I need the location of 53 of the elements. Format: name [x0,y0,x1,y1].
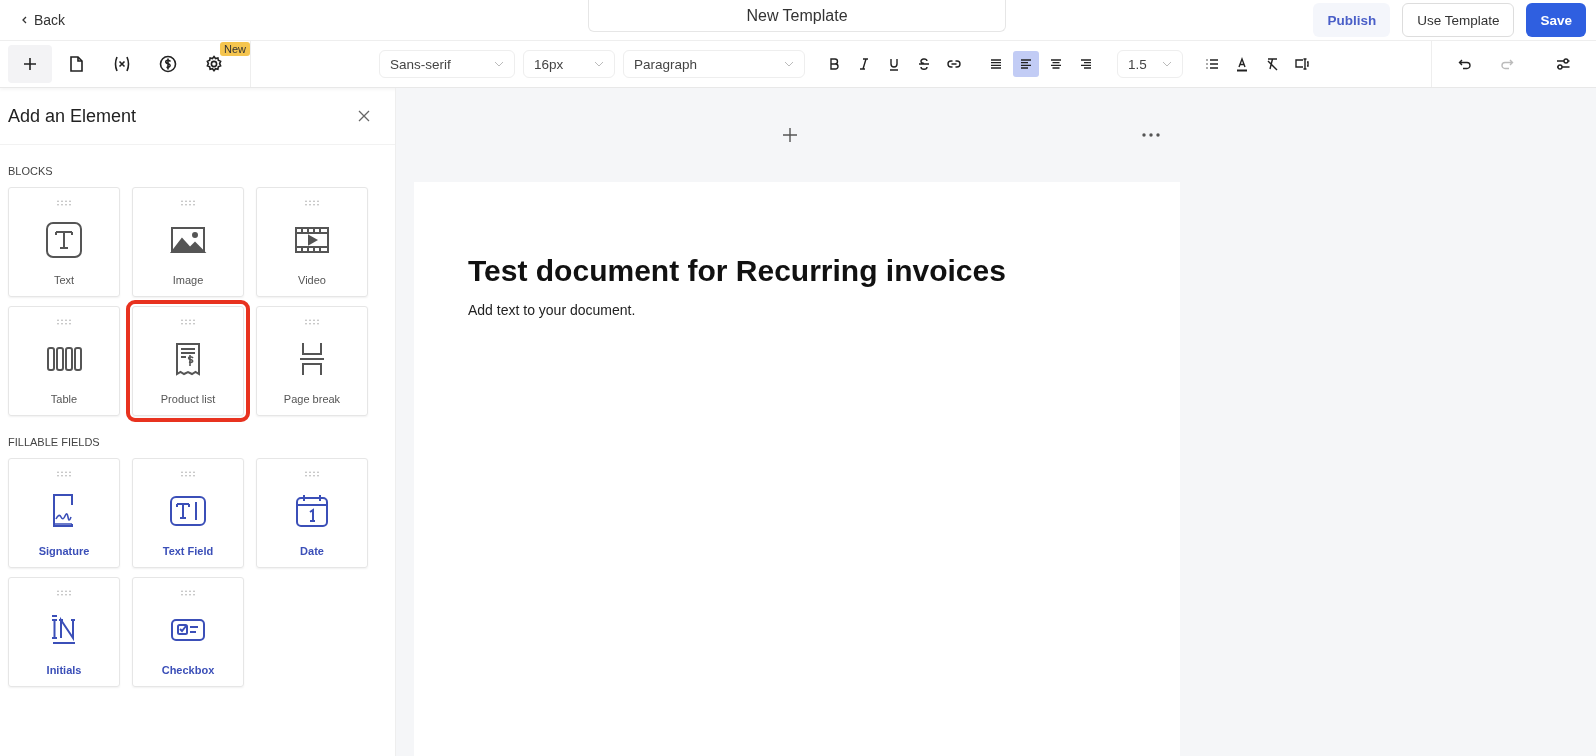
line-height-dropdown[interactable]: 1.5 [1117,50,1183,78]
variable-icon [112,54,132,74]
align-left-icon [1018,56,1034,72]
text-icon [44,220,84,260]
section-heading: BLOCKS [8,165,54,177]
align-justify-icon [988,56,1004,72]
drag-handle-icon [304,200,320,206]
element-tile[interactable]: Image [132,187,244,297]
chevron-down-icon [494,61,504,67]
drag-handle-icon [56,319,72,325]
element-tile[interactable]: Signature [8,458,120,568]
drag-handle-icon [304,471,320,477]
element-tile[interactable]: Video [256,187,368,297]
publish-button[interactable]: Publish [1313,3,1391,37]
align-right-icon [1078,56,1094,72]
drag-handle-icon [56,471,72,477]
align-center-icon [1048,56,1064,72]
element-tile[interactable]: Text Field [132,458,244,568]
plus-tool-button[interactable] [8,45,52,83]
save-button[interactable]: Save [1526,3,1586,37]
document-text[interactable]: Add text to your document. [468,302,1126,318]
dollar-icon [158,54,178,74]
font-dropdown[interactable]: Sans-serif [379,50,515,78]
drag-handle-icon [304,319,320,325]
size-dropdown[interactable]: 16px [523,50,615,78]
element-tile[interactable]: Page break [256,306,368,416]
more-icon[interactable] [1142,133,1160,137]
drag-handle-icon [56,200,72,206]
element-tile[interactable]: Date [256,458,368,568]
element-tile[interactable]: Text [8,187,120,297]
drag-handle-icon [180,200,196,206]
document-heading[interactable]: Test document for Recurring invoices [468,254,1126,288]
chevron-down-icon [1162,61,1172,67]
add-icon[interactable] [782,127,798,143]
drag-handle-icon [180,471,196,477]
use-template-button[interactable]: Use Template [1402,3,1515,37]
close-icon[interactable] [357,109,371,123]
chevron-down-icon [594,61,604,67]
element-tile[interactable]: Table [8,306,120,416]
drag-handle-icon [56,590,72,596]
panel-title: Add an Element [8,105,137,127]
element-tile[interactable]: Checkbox [132,577,244,687]
template-title[interactable]: New Template [588,0,1006,32]
element-tile[interactable]: Initials [8,577,120,687]
section-heading: FILLABLE FIELDS [8,436,101,448]
new-badge: New [220,42,250,56]
drag-handle-icon [180,319,196,325]
settings-icon [204,54,224,74]
style-dropdown[interactable]: Paragraph [623,50,805,78]
chevron-down-icon [784,61,794,67]
align-left-button[interactable] [1013,51,1039,77]
drag-handle-icon [180,590,196,596]
back-button[interactable]: Back [20,12,66,28]
